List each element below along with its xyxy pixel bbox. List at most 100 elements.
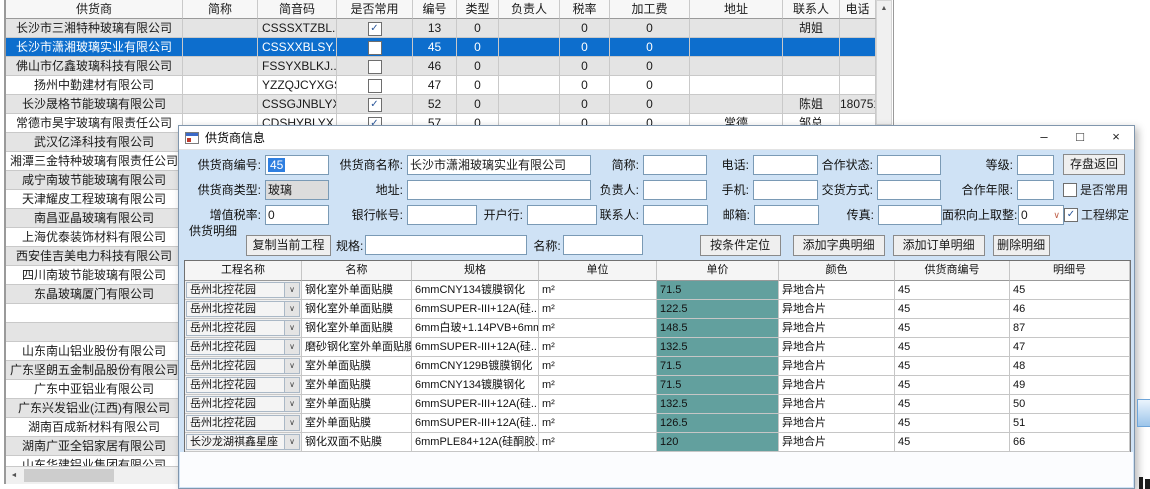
cell[interactable]: 异地合片: [779, 357, 895, 376]
maximize-button[interactable]: □: [1062, 126, 1098, 149]
cell[interactable]: 长沙市三湘特种玻璃有限公司: [6, 19, 183, 38]
cell[interactable]: 66: [1010, 433, 1130, 452]
cell[interactable]: 122.5: [657, 300, 779, 319]
detail-row[interactable]: 岳州北控花园∨室外单面贴膜6mmCNY129B镀膜钢化m²71.5异地合片454…: [185, 357, 1130, 376]
short-name-input[interactable]: [643, 155, 707, 175]
cell[interactable]: 180751: [840, 95, 876, 114]
bank-account-input[interactable]: [407, 205, 477, 225]
delete-detail-button[interactable]: 删除明细: [993, 235, 1050, 256]
cell[interactable]: 山东华建铝业集团有限公司: [6, 456, 183, 467]
common-checkbox[interactable]: 是否常用: [1063, 181, 1129, 198]
cell[interactable]: 51: [1010, 414, 1130, 433]
cell[interactable]: 0: [610, 38, 690, 57]
scroll-up-icon[interactable]: ▲: [877, 1, 891, 16]
mobile-input[interactable]: [753, 180, 818, 200]
cell[interactable]: [690, 76, 783, 95]
cell[interactable]: [690, 38, 783, 57]
cell[interactable]: [183, 19, 258, 38]
minimize-button[interactable]: –: [1026, 126, 1062, 149]
column-header[interactable]: 供货商编号: [895, 261, 1010, 281]
cell[interactable]: 0: [610, 76, 690, 95]
detail-row[interactable]: 岳州北控花园∨室外单面贴膜6mmCNY134镀膜钢化m²71.5异地合片4549: [185, 376, 1130, 395]
cell[interactable]: [337, 57, 413, 76]
cell[interactable]: 50: [1010, 395, 1130, 414]
cell[interactable]: 室外单面贴膜: [302, 376, 412, 395]
cell[interactable]: 0: [457, 19, 499, 38]
cell[interactable]: 45: [895, 300, 1010, 319]
locate-button[interactable]: 按条件定位: [700, 235, 781, 256]
cell[interactable]: 13: [413, 19, 457, 38]
cell[interactable]: m²: [539, 376, 657, 395]
chevron-down-icon[interactable]: ∨: [284, 396, 300, 412]
cell[interactable]: [337, 38, 413, 57]
cell[interactable]: 湖南广亚全铝家居有限公司: [6, 437, 183, 456]
cell[interactable]: 45: [895, 414, 1010, 433]
cell[interactable]: 6mmSUPER-III+12A(硅..: [412, 414, 539, 433]
cell[interactable]: 6mmSUPER-III+12A(硅..: [412, 395, 539, 414]
column-header[interactable]: 联系人: [783, 0, 840, 19]
cell[interactable]: CSSXXBLSY..: [258, 38, 337, 57]
cell[interactable]: m²: [539, 338, 657, 357]
cell[interactable]: [499, 57, 560, 76]
cell[interactable]: 钢化双面不贴膜: [302, 433, 412, 452]
cell[interactable]: 磨砂钢化室外单面贴膜: [302, 338, 412, 357]
close-button[interactable]: ×: [1098, 126, 1134, 149]
cell[interactable]: [337, 95, 413, 114]
copy-project-button[interactable]: 复制当前工程: [246, 235, 331, 256]
cell[interactable]: [337, 76, 413, 95]
project-combobox[interactable]: 岳州北控花园∨: [185, 300, 302, 319]
cell[interactable]: CSSGJNBLYXGS: [258, 95, 337, 114]
cell[interactable]: 胡姐: [783, 19, 840, 38]
cell[interactable]: [840, 38, 876, 57]
cell[interactable]: [499, 76, 560, 95]
detail-row[interactable]: 岳州北控花园∨室外单面贴膜6mmSUPER-III+12A(硅..m²132.5…: [185, 395, 1130, 414]
cell[interactable]: [183, 57, 258, 76]
cell[interactable]: 异地合片: [779, 319, 895, 338]
cell[interactable]: 长沙晟格节能玻璃有限公司: [6, 95, 183, 114]
cell[interactable]: 126.5: [657, 414, 779, 433]
checkbox-icon[interactable]: [368, 79, 382, 93]
column-header[interactable]: 明细号: [1010, 261, 1130, 281]
supplier-name-input[interactable]: 长沙市潇湘玻璃实业有限公司: [407, 155, 591, 175]
project-combobox[interactable]: 长沙龙湖祺鑫星座∨: [185, 433, 302, 452]
manager-input[interactable]: [643, 180, 707, 200]
cell[interactable]: 异地合片: [779, 414, 895, 433]
detail-row[interactable]: 长沙龙湖祺鑫星座∨钢化双面不贴膜6mmPLE84+12A(硅酮胶..m²120异…: [185, 433, 1130, 452]
column-header[interactable]: 简音码: [258, 0, 337, 19]
cell[interactable]: 45: [1010, 281, 1130, 300]
project-combobox[interactable]: 岳州北控花园∨: [185, 395, 302, 414]
cell[interactable]: 0: [610, 57, 690, 76]
cell[interactable]: 咸宁南玻节能玻璃有限公司: [6, 171, 183, 190]
column-header[interactable]: 单位: [539, 261, 657, 281]
cell[interactable]: 71.5: [657, 281, 779, 300]
cell[interactable]: 武汉亿泽科技有限公司: [6, 133, 183, 152]
bank-input[interactable]: [527, 205, 597, 225]
detail-row[interactable]: 岳州北控花园∨钢化室外单面贴膜6mmCNY134镀膜钢化m²71.5异地合片45…: [185, 281, 1130, 300]
cell[interactable]: YZZQJCYXGS: [258, 76, 337, 95]
cell[interactable]: 45: [895, 376, 1010, 395]
cell[interactable]: m²: [539, 433, 657, 452]
cell[interactable]: 45: [895, 433, 1010, 452]
cell[interactable]: 钢化室外单面贴膜: [302, 281, 412, 300]
cell[interactable]: CSSSXTZBL..: [258, 19, 337, 38]
cell[interactable]: 6mmCNY129B镀膜钢化: [412, 357, 539, 376]
cell[interactable]: m²: [539, 395, 657, 414]
column-header[interactable]: 编号: [413, 0, 457, 19]
cell[interactable]: 湖南百成新材料有限公司: [6, 418, 183, 437]
chevron-down-icon[interactable]: ∨: [284, 415, 300, 431]
column-header[interactable]: 地址: [690, 0, 783, 19]
chevron-down-icon[interactable]: ∨: [284, 358, 300, 374]
table-row[interactable]: 扬州中勤建材有限公司YZZQJCYXGS47000: [6, 76, 876, 95]
cell[interactable]: 71.5: [657, 376, 779, 395]
cell[interactable]: 49: [1010, 376, 1130, 395]
cell[interactable]: 46: [413, 57, 457, 76]
cell[interactable]: 异地合片: [779, 376, 895, 395]
cell[interactable]: 钢化室外单面贴膜: [302, 319, 412, 338]
column-header[interactable]: 单价: [657, 261, 779, 281]
column-header[interactable]: 类型: [457, 0, 499, 19]
cell[interactable]: m²: [539, 357, 657, 376]
cell[interactable]: 87: [1010, 319, 1130, 338]
table-row[interactable]: 长沙市潇湘玻璃实业有限公司CSSXXBLSY..45000: [6, 38, 876, 57]
cell[interactable]: 0: [610, 19, 690, 38]
delivery-input[interactable]: [877, 180, 941, 200]
